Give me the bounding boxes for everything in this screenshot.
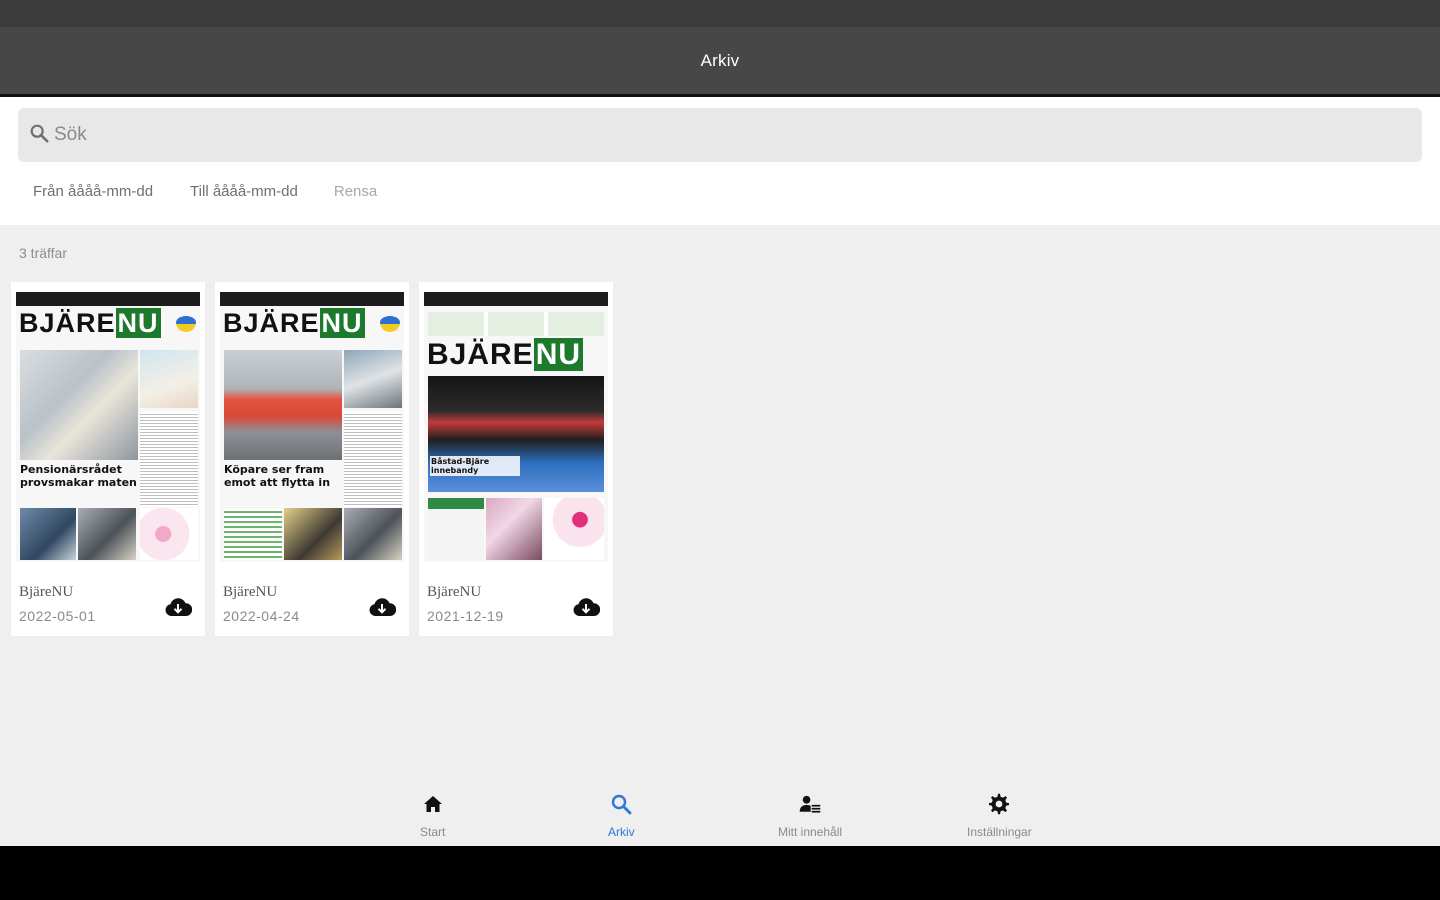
- user-content-icon: [798, 792, 822, 821]
- cloud-download-icon[interactable]: [572, 596, 601, 618]
- search-box[interactable]: [18, 108, 1422, 162]
- search-panel: Från åååå-mm-dd Till åååå-mm-dd Rensa: [0, 97, 1440, 225]
- nav-label: Inställningar: [967, 825, 1032, 839]
- cloud-download-icon[interactable]: [164, 596, 193, 618]
- cover-thumbnail: [428, 498, 484, 560]
- nav-installningar[interactable]: Inställningar: [967, 792, 1032, 839]
- cloud-download-icon[interactable]: [368, 596, 397, 618]
- issue-title: BjäreNU: [19, 584, 74, 600]
- cover-masthead: BJÄRENU: [223, 308, 365, 338]
- cover-photo: [344, 350, 402, 408]
- cover-photo: [20, 350, 138, 460]
- cover-headline: Köpare ser fram emot att flytta in: [224, 463, 331, 489]
- search-icon: [609, 792, 633, 821]
- issue-card[interactable]: BJÄRENU Båstad-Bjäre innebandy BjäreNU 2…: [419, 282, 613, 636]
- cover-photo: [224, 350, 342, 460]
- cover-thumbnail: [78, 508, 136, 560]
- issue-card[interactable]: BJÄRENU Pensionärsrådet provsmakar maten…: [11, 282, 205, 636]
- nav-mitt-innehall[interactable]: Mitt innehåll: [778, 792, 842, 839]
- issue-date: 2022-04-24: [223, 608, 300, 624]
- flag-heart-icon: [176, 316, 196, 332]
- cover-thumbnail: [544, 498, 604, 560]
- cover-headline: Båstad-Bjäre innebandy: [430, 456, 520, 477]
- cover-topbar: [220, 292, 404, 306]
- to-date-filter[interactable]: Till åååå-mm-dd: [190, 183, 298, 200]
- cover-masthead: BJÄRENU: [427, 338, 584, 371]
- gear-icon: [987, 792, 1011, 821]
- cover-thumbnail: [284, 508, 342, 560]
- cover-thumbnail: [486, 498, 542, 560]
- issue-date: 2021-12-19: [427, 608, 504, 624]
- issue-date: 2022-05-01: [19, 608, 96, 624]
- issue-list: BJÄRENU Pensionärsrådet provsmakar maten…: [11, 282, 613, 636]
- cover-thumbnail: [140, 508, 198, 560]
- nav-label: Arkiv: [608, 825, 635, 839]
- issue-card[interactable]: BJÄRENU Köpare ser fram emot att flytta …: [215, 282, 409, 636]
- issue-title: BjäreNU: [223, 584, 278, 600]
- cover-photo: [140, 350, 198, 408]
- clear-filter-button[interactable]: Rensa: [334, 183, 377, 200]
- page-title: Arkiv: [700, 50, 740, 70]
- cover-thumbnail: [224, 508, 282, 560]
- search-input[interactable]: [54, 115, 1354, 155]
- nav-label: Mitt innehåll: [778, 825, 843, 839]
- nav-start[interactable]: Start: [420, 792, 445, 839]
- cover-teasers: [428, 312, 604, 336]
- cover-thumbnail: [20, 508, 76, 560]
- from-date-filter[interactable]: Från åååå-mm-dd: [33, 183, 153, 200]
- cover-topbar: [424, 292, 608, 306]
- nav-arkiv[interactable]: Arkiv: [608, 792, 635, 839]
- bottom-navigation: Start Arkiv Mitt innehåll Inställningar: [0, 782, 1440, 846]
- issue-cover[interactable]: BJÄRENU Båstad-Bjäre innebandy: [424, 292, 608, 562]
- result-count: 3 träffar: [19, 245, 67, 261]
- status-bar: [0, 0, 1440, 27]
- app-bar: Arkiv: [0, 27, 1440, 97]
- nav-label: Start: [420, 825, 446, 839]
- search-icon: [28, 122, 50, 149]
- issue-cover[interactable]: BJÄRENU Köpare ser fram emot att flytta …: [220, 292, 404, 562]
- cover-headline: Pensionärsrådet provsmakar maten: [20, 463, 137, 489]
- cover-text-column: [140, 412, 198, 507]
- flag-heart-icon: [380, 316, 400, 332]
- issue-title: BjäreNU: [427, 584, 482, 600]
- cover-topbar: [16, 292, 200, 306]
- cover-masthead: BJÄRENU: [19, 308, 161, 338]
- cover-text-column: [344, 412, 402, 507]
- system-navigation-bar: [0, 846, 1440, 900]
- cover-thumbnail: [344, 508, 402, 560]
- issue-cover[interactable]: BJÄRENU Pensionärsrådet provsmakar maten: [16, 292, 200, 562]
- date-filters: Från åååå-mm-dd Till åååå-mm-dd Rensa: [33, 183, 377, 200]
- home-icon: [421, 792, 445, 821]
